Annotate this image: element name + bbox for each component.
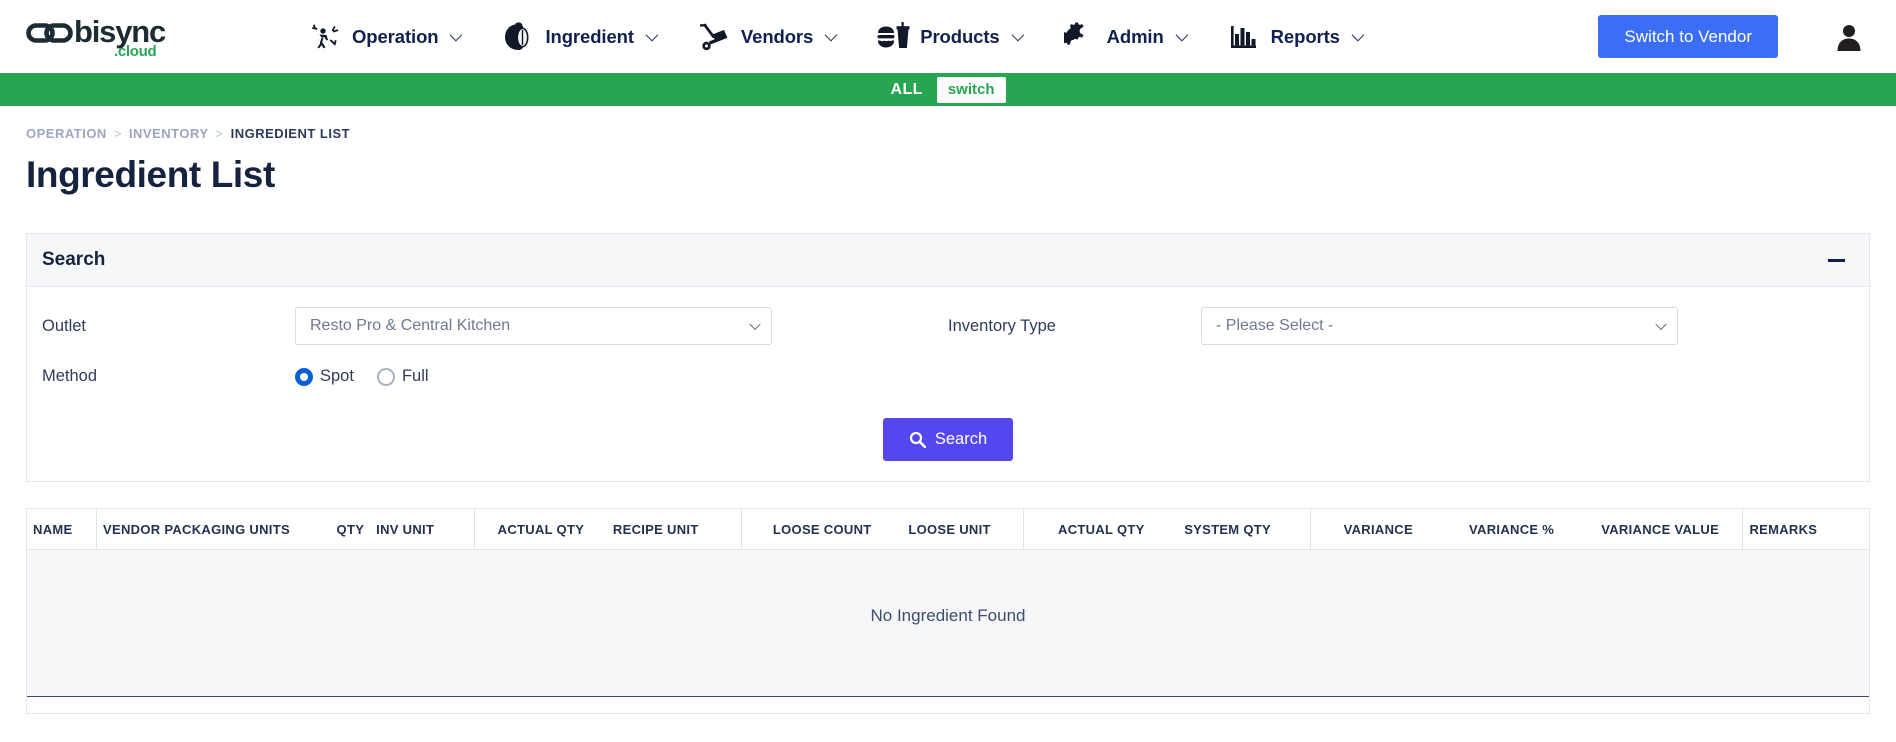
page-content: OPERATION > INVENTORY > INGREDIENT LIST … (0, 106, 1896, 714)
bisync-logo-icon: bisync .cloud (26, 15, 167, 59)
bar-chart-icon (1227, 20, 1261, 54)
search-panel-header: Search (27, 234, 1869, 287)
outlet-label: Outlet (42, 316, 87, 335)
chevron-down-icon (1175, 28, 1188, 42)
col-loose-count[interactable]: LOOSE COUNT (741, 509, 903, 550)
col-actual-qty-system[interactable]: ACTUAL QTY (1023, 509, 1179, 550)
user-avatar-icon[interactable] (1834, 22, 1870, 52)
method-label: Method (42, 367, 98, 385)
breadcrumb: OPERATION > INVENTORY > INGREDIENT LIST (26, 106, 1870, 141)
nav-item-products[interactable]: Products (876, 20, 1024, 54)
switch-to-vendor-button[interactable]: Switch to Vendor (1598, 15, 1778, 58)
empty-message: No Ingredient Found (27, 549, 1869, 697)
outlet-select[interactable]: Resto Pro & Central Kitchen (295, 307, 772, 345)
search-panel-body: Outlet Resto Pro & Central Kitchen Inven… (27, 287, 1869, 481)
col-inv-unit[interactable]: INV UNIT (370, 509, 475, 550)
method-radio-spot-label: Spot (320, 367, 354, 385)
outlet-scope-bar: ALL switch (0, 73, 1896, 106)
nav-label: Vendors (740, 25, 814, 47)
page-title: Ingredient List (26, 154, 275, 195)
field-method: Method Spot Full (42, 367, 948, 386)
top-navbar: bisync .cloud Operation Ingredient Vendo… (0, 0, 1896, 73)
form-row-method: Method Spot Full (42, 367, 1854, 386)
inventory-type-select-wrap: - Please Select - (1201, 307, 1678, 345)
gears-icon (1063, 20, 1097, 54)
search-panel-collapse-button[interactable] (1823, 247, 1849, 273)
nav-label: Operation (352, 25, 439, 47)
col-qty[interactable]: QTY (313, 509, 371, 550)
outlet-scope-label: ALL (890, 80, 923, 98)
method-radio-spot[interactable]: Spot (295, 367, 354, 386)
svg-text:.cloud: .cloud (114, 43, 157, 59)
search-submit-button[interactable]: Search (882, 418, 1014, 461)
brand-logo-bisync-cloud[interactable]: bisync .cloud (26, 15, 178, 59)
breadcrumb-item-operation[interactable]: OPERATION (26, 126, 107, 141)
form-row-outlet-inventory: Outlet Resto Pro & Central Kitchen Inven… (42, 307, 1854, 345)
nav-item-vendors[interactable]: Vendors (697, 20, 838, 54)
breadcrumb-item-inventory[interactable]: INVENTORY (129, 126, 209, 141)
breadcrumb-separator: > (113, 126, 122, 141)
search-button-row: Search (42, 408, 1854, 463)
nav-item-operation[interactable]: Operation (308, 20, 463, 54)
col-remarks[interactable]: REMARKS (1742, 509, 1869, 550)
table-body: No Ingredient Found (27, 549, 1869, 697)
inventory-type-label: Inventory Type (948, 316, 1056, 335)
field-outlet: Outlet Resto Pro & Central Kitchen (42, 307, 948, 345)
nav-label: Products (920, 25, 1000, 47)
search-panel-title: Search (42, 249, 106, 270)
radio-unselected-icon (376, 367, 395, 386)
chevron-down-icon (1351, 28, 1365, 42)
col-variance[interactable]: VARIANCE (1310, 509, 1446, 550)
chevron-down-icon (824, 28, 838, 42)
table-footer (27, 697, 1869, 713)
table-empty-row: No Ingredient Found (27, 549, 1869, 697)
inventory-type-select[interactable]: - Please Select - (1201, 307, 1678, 345)
minus-icon (1827, 258, 1845, 262)
breadcrumb-item-current: INGREDIENT LIST (230, 126, 351, 141)
col-loose-unit[interactable]: LOOSE UNIT (902, 509, 1024, 550)
nav-label: Reports (1270, 25, 1340, 47)
vendors-trolley-icon (697, 20, 731, 54)
search-submit-label: Search (934, 430, 988, 449)
search-panel: Search Outlet Resto Pro & Central Kitche… (26, 233, 1870, 482)
outlet-switch-button[interactable]: switch (936, 76, 1006, 103)
ingredient-table: NAME VENDOR PACKAGING UNITS QTY INV UNIT… (26, 508, 1870, 714)
breadcrumb-separator: > (215, 126, 224, 141)
ingredient-icon (501, 20, 535, 54)
products-food-icon (876, 20, 910, 54)
method-radio-group: Spot Full (295, 367, 429, 386)
chevron-down-icon (1011, 28, 1024, 42)
method-radio-full-label: Full (401, 367, 429, 385)
chevron-down-icon (645, 28, 659, 42)
field-inventory-type: Inventory Type - Please Select - (948, 307, 1854, 345)
col-system-qty[interactable]: SYSTEM QTY (1178, 509, 1311, 550)
col-variance-value[interactable]: VARIANCE VALUE (1577, 509, 1743, 550)
method-radio-full[interactable]: Full (376, 367, 429, 386)
nav-label: Admin (1106, 25, 1164, 47)
col-variance-percent[interactable]: VARIANCE % (1445, 509, 1578, 550)
radio-selected-icon (295, 367, 313, 386)
main-nav: Operation Ingredient Vendors Products Ad… (308, 20, 1365, 54)
nav-item-admin[interactable]: Admin (1063, 20, 1188, 54)
search-icon (909, 431, 926, 448)
col-actual-qty-recipe[interactable]: ACTUAL QTY (473, 509, 607, 550)
navbar-right-actions: Switch to Vendor (1598, 15, 1870, 58)
nav-item-ingredient[interactable]: Ingredient (501, 20, 659, 54)
col-vendor-packaging-units[interactable]: VENDOR PACKAGING UNITS (95, 509, 314, 550)
table-header-row: NAME VENDOR PACKAGING UNITS QTY INV UNIT… (27, 509, 1869, 550)
col-name[interactable]: NAME (27, 509, 97, 550)
operation-icon (308, 20, 342, 54)
col-recipe-unit[interactable]: RECIPE UNIT (606, 509, 742, 550)
nav-label: Ingredient (545, 25, 634, 47)
chevron-down-icon (450, 28, 463, 42)
outlet-select-wrap: Resto Pro & Central Kitchen (295, 307, 772, 345)
nav-item-reports[interactable]: Reports (1227, 20, 1365, 54)
